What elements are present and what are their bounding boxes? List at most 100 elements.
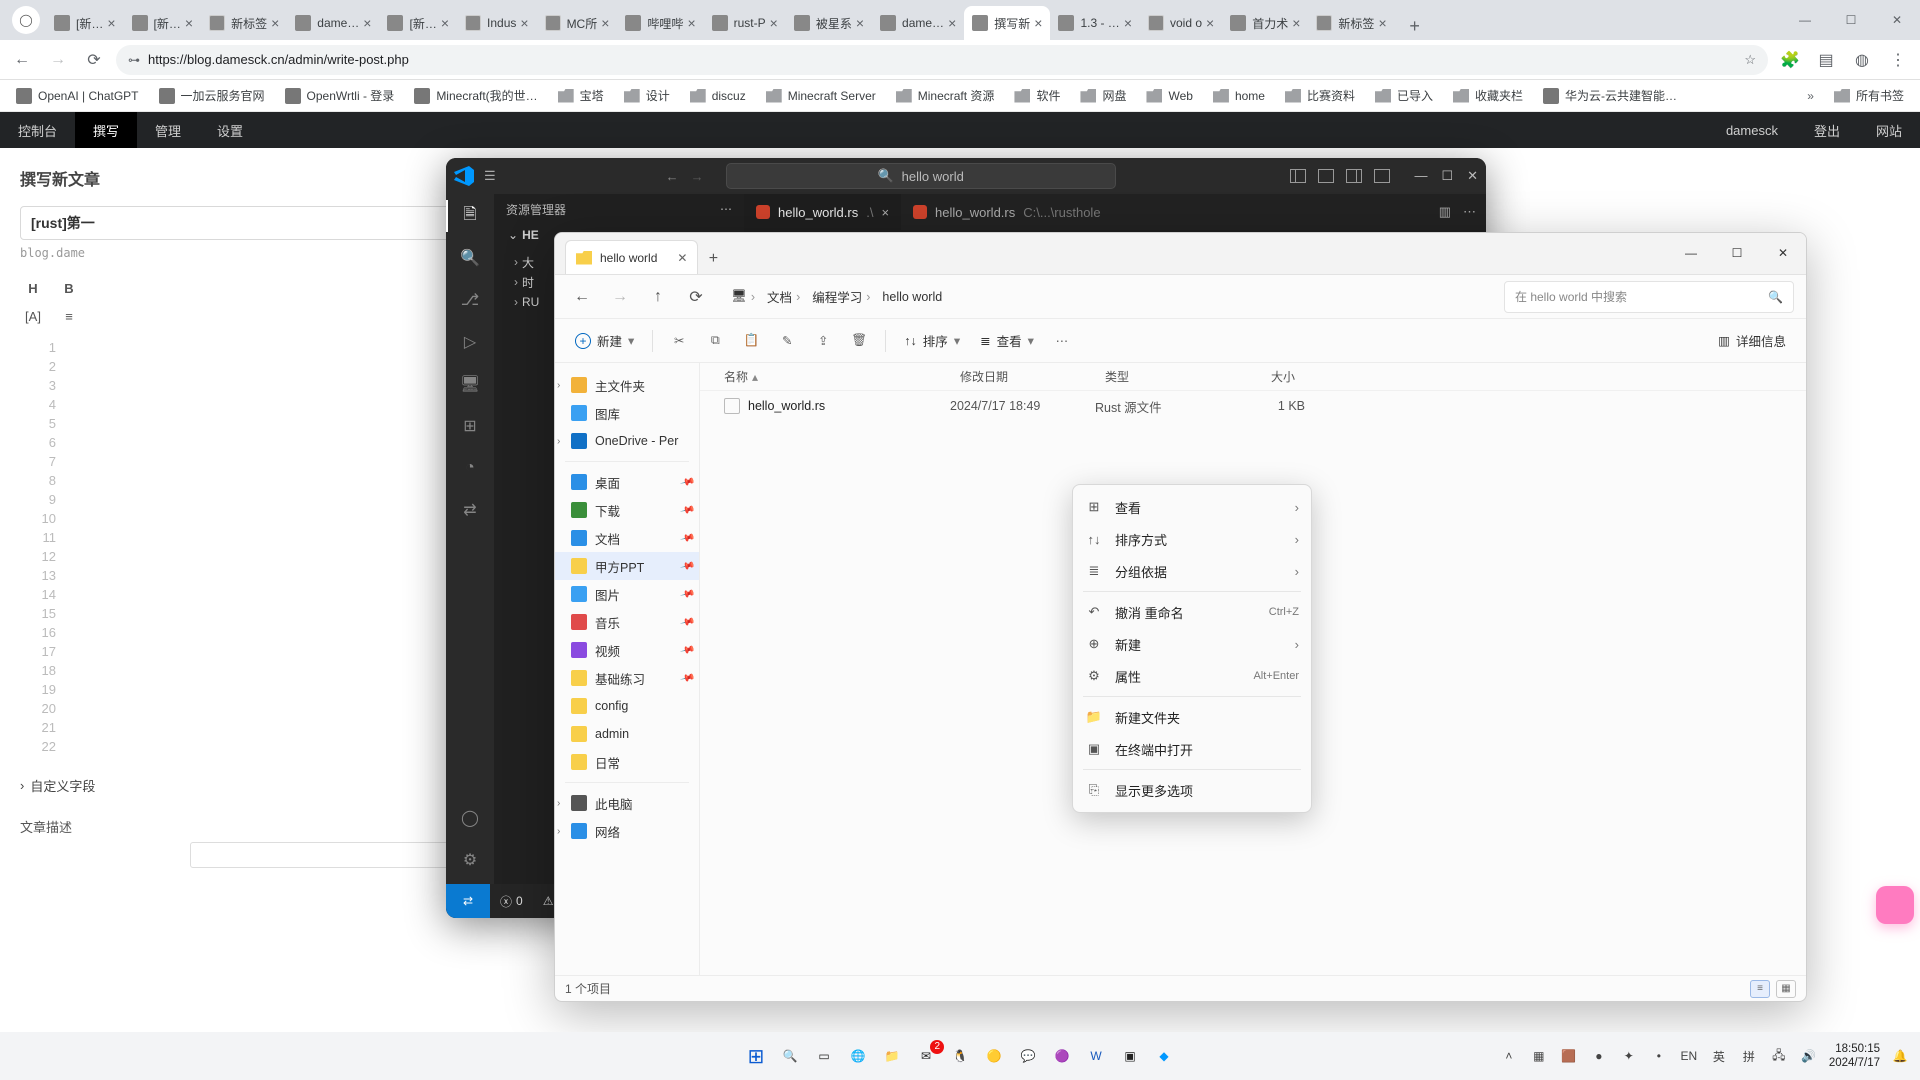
new-tab-button[interactable]: + <box>1401 12 1429 40</box>
settings-gear-icon[interactable]: ⚙ <box>458 848 482 872</box>
tray-icon-2[interactable]: 🟫 <box>1559 1046 1579 1066</box>
sidebar-more-icon[interactable]: ⋯ <box>720 202 732 216</box>
tab-close-icon[interactable]: × <box>687 16 695 30</box>
context-menu-item[interactable]: ▣在终端中打开 <box>1073 733 1311 765</box>
split-editor-icon[interactable]: ▥ <box>1439 204 1451 220</box>
explorer-search-input[interactable]: 在 hello world 中搜索 🔍 <box>1504 281 1794 313</box>
tab-close-icon[interactable]: × <box>271 16 279 30</box>
bold-button[interactable]: B <box>56 276 82 300</box>
forward-button[interactable]: → <box>44 46 72 74</box>
browser-tab[interactable]: 被星系× <box>786 6 872 40</box>
remote-indicator[interactable]: ⇄ <box>446 884 490 918</box>
browser-tab[interactable]: [新…× <box>124 6 202 40</box>
remote-activity-icon[interactable]: 🖥 <box>458 372 482 396</box>
share-button[interactable]: ⇪ <box>807 327 839 354</box>
nav-item[interactable]: 桌面📌 <box>555 468 699 496</box>
bookmark-item[interactable]: 网盘 <box>1072 83 1134 108</box>
wechat-taskbar-icon[interactable]: 💬 <box>1014 1042 1042 1070</box>
vs-close-button[interactable]: ✕ <box>1467 168 1478 184</box>
context-menu-item[interactable]: ⚙属性Alt+Enter <box>1073 660 1311 692</box>
avatar-button[interactable]: ◍ <box>1848 46 1876 74</box>
browser-tab[interactable]: 1.3 - …× <box>1050 6 1140 40</box>
accounts-icon[interactable]: ◯ <box>458 806 482 830</box>
nav-item[interactable]: ›OneDrive - Per <box>555 427 699 455</box>
bookmark-item[interactable]: 已导入 <box>1367 83 1441 108</box>
toggle-panel-icon[interactable] <box>1318 169 1334 183</box>
editor-tab[interactable]: hello_world.rsC:\...\rusthole <box>901 194 1113 230</box>
context-menu-item[interactable]: ↑↓排序方式› <box>1073 523 1311 555</box>
nav-item[interactable]: admin <box>555 720 699 748</box>
nav-item[interactable]: 图片📌 <box>555 580 699 608</box>
side-panel-button[interactable]: ▤ <box>1812 46 1840 74</box>
vscode-titlebar[interactable]: ☰ ← → 🔍 hello world — ☐ ✕ <box>446 158 1486 194</box>
browser-tab[interactable]: 首力术× <box>1222 6 1308 40</box>
ime-mode-1[interactable]: 英 <box>1709 1046 1729 1066</box>
notifications-button[interactable]: 🔔 <box>1890 1046 1910 1066</box>
extensions-activity-icon[interactable]: ⊞ <box>458 414 482 438</box>
browser-tab[interactable]: 新标签× <box>1308 6 1394 40</box>
column-headers[interactable]: 名称 ▴ 修改日期 类型 大小 <box>700 363 1806 391</box>
profile-button[interactable]: ◯ <box>12 6 40 34</box>
vs-maximize-button[interactable]: ☐ <box>1441 168 1453 184</box>
toggle-sidebar-right-icon[interactable] <box>1346 169 1362 183</box>
paste-button[interactable]: 📋 <box>735 327 767 354</box>
heading-button[interactable]: H <box>20 276 46 300</box>
bookmark-item[interactable]: Minecraft 资源 <box>888 83 1003 108</box>
align-button[interactable]: ≡ <box>56 304 82 328</box>
close-button[interactable]: ✕ <box>1874 0 1920 40</box>
fw-up-button[interactable]: ↑ <box>643 282 673 312</box>
back-button[interactable]: ← <box>8 46 36 74</box>
network-icon[interactable]: 🖧 <box>1769 1046 1789 1066</box>
rename-button[interactable]: ✎ <box>771 327 803 354</box>
editor-tab[interactable]: hello_world.rs.\× <box>744 194 901 230</box>
new-menu-button[interactable]: +新建 ▾ <box>567 325 642 356</box>
admin-logout[interactable]: 登出 <box>1796 112 1858 148</box>
tab-close-icon[interactable]: × <box>1034 16 1042 30</box>
bookmark-item[interactable]: Web <box>1138 85 1200 107</box>
tray-icon-4[interactable]: ✦ <box>1619 1046 1639 1066</box>
admin-nav-item[interactable]: 控制台 <box>0 112 75 148</box>
minimize-button[interactable]: — <box>1782 0 1828 40</box>
tab-close-icon[interactable]: × <box>881 205 889 220</box>
nav-item[interactable]: 日常 <box>555 748 699 776</box>
tiles-view-button[interactable]: ▦ <box>1776 980 1796 998</box>
assistant-bubble-icon[interactable] <box>1876 886 1914 924</box>
taskbar-clock[interactable]: 18:50:15 2024/7/17 <box>1829 1042 1880 1070</box>
fw-close-button[interactable]: ✕ <box>1760 232 1806 274</box>
browser-tab[interactable]: Indus× <box>457 6 537 40</box>
details-pane-button[interactable]: ▥ 详细信息 <box>1710 325 1794 356</box>
browser-tab[interactable]: 哔哩哔× <box>617 6 703 40</box>
context-menu-item[interactable]: ⊞查看› <box>1073 491 1311 523</box>
nav-item[interactable]: ›主文件夹 <box>555 371 699 399</box>
file-row[interactable]: hello_world.rs2024/7/17 18:49Rust 源文件1 K… <box>700 391 1806 421</box>
tab-close-icon[interactable]: × <box>601 16 609 30</box>
nav-item[interactable]: 视频📌 <box>555 636 699 664</box>
context-menu-item[interactable]: 📁新建文件夹 <box>1073 701 1311 733</box>
fw-refresh-button[interactable]: ⟳ <box>681 282 711 312</box>
chrome-menu-button[interactable]: ⋮ <box>1884 46 1912 74</box>
site-info-icon[interactable]: ⊶ <box>128 53 140 67</box>
delete-button[interactable]: 🗑 <box>843 327 875 354</box>
context-menu-item[interactable]: ⎘显示更多选项 <box>1073 774 1311 806</box>
extra-activity-icon[interactable]: ⇄ <box>458 498 482 522</box>
tray-icon-3[interactable]: ● <box>1589 1046 1609 1066</box>
extensions-button[interactable]: 🧩 <box>1776 46 1804 74</box>
bookmark-item[interactable]: 一加云服务官网 <box>151 83 273 108</box>
explorer-activity-icon[interactable]: 🗎 <box>458 204 482 228</box>
view-menu-button[interactable]: ≣ 查看 ▾ <box>972 325 1042 356</box>
vscode-taskbar-icon[interactable]: ◆ <box>1150 1042 1178 1070</box>
browser-tab[interactable]: [新…× <box>379 6 457 40</box>
cut-button[interactable]: ✂ <box>663 327 695 354</box>
bookmark-item[interactable]: home <box>1205 85 1273 107</box>
reload-button[interactable]: ⟳ <box>80 46 108 74</box>
taskbar-search-button[interactable]: 🔍 <box>776 1042 804 1070</box>
bookmark-item[interactable]: OpenWrtli - 登录 <box>277 83 403 108</box>
ime-mode-2[interactable]: 拼 <box>1739 1046 1759 1066</box>
browser-tab[interactable]: dame…× <box>872 6 964 40</box>
tab-close-icon[interactable]: × <box>441 16 449 30</box>
nav-item[interactable]: ›此电脑 <box>555 789 699 817</box>
tab-close-icon[interactable]: × <box>185 16 193 30</box>
nav-item[interactable]: 甲方PPT📌 <box>555 552 699 580</box>
start-button[interactable]: ⊞ <box>742 1042 770 1070</box>
tab-close-icon[interactable]: × <box>1206 16 1214 30</box>
